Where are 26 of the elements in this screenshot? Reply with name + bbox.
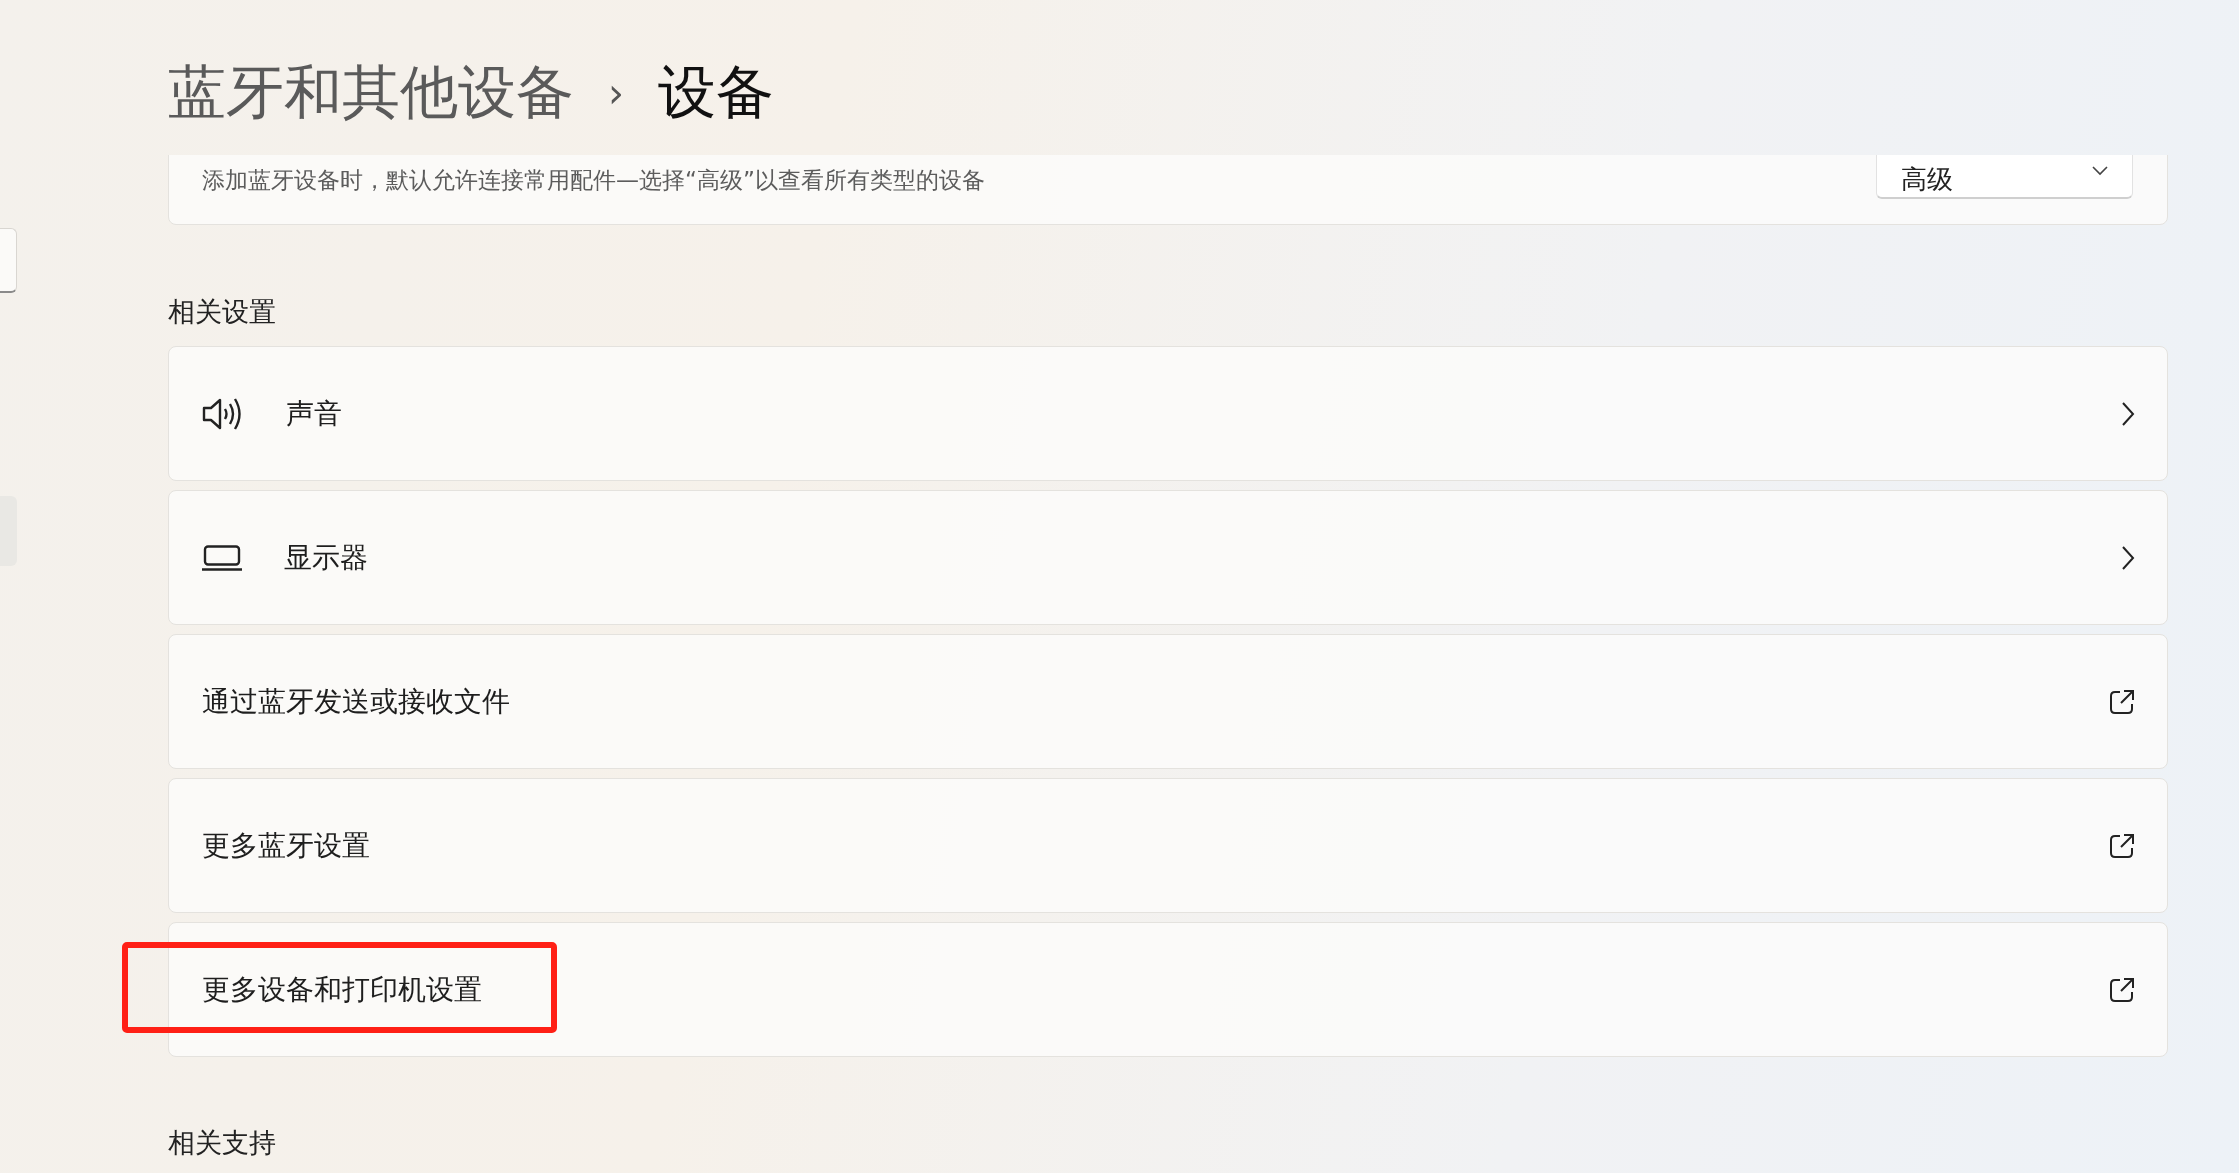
chevron-right-icon [2121,401,2135,426]
dropdown[interactable]: 高级 [1876,155,2133,199]
page-title: 设备 [658,56,774,128]
external-link-icon [2109,832,2135,859]
speaker-icon [202,396,244,431]
external-link-icon [2109,976,2135,1003]
item-label: 显示器 [284,539,368,576]
section-heading: 相关设置 [168,295,276,329]
external-link-icon [2109,688,2135,715]
item-label: 通过蓝牙发送或接收文件 [202,683,510,720]
laptop-icon [202,544,242,571]
settings-item[interactable]: 通过蓝牙发送或接收文件 [168,634,2168,769]
setting-description: 添加蓝牙设备时，默认允许连接常用配件—选择“高级”以查看所有类型的设备 [202,167,985,193]
item-label: 更多设备和打印机设置 [202,971,482,1008]
search-field[interactable] [0,228,17,293]
section-heading: 相关支持 [168,1126,276,1160]
settings-item[interactable]: 更多蓝牙设置 [168,778,2168,913]
settings-item[interactable]: 声音 [168,346,2168,481]
settings-item[interactable]: 显示器 [168,490,2168,625]
chevron-down-icon [2092,165,2108,176]
chevron-right-icon [2121,545,2135,570]
breadcrumb-separator: › [608,69,624,116]
settings-item[interactable]: 更多设备和打印机设置 [168,922,2168,1057]
item-label: 更多蓝牙设置 [202,827,370,864]
item-label: 声音 [286,395,342,432]
breadcrumb-parent[interactable]: 蓝牙和其他设备 [168,53,574,132]
